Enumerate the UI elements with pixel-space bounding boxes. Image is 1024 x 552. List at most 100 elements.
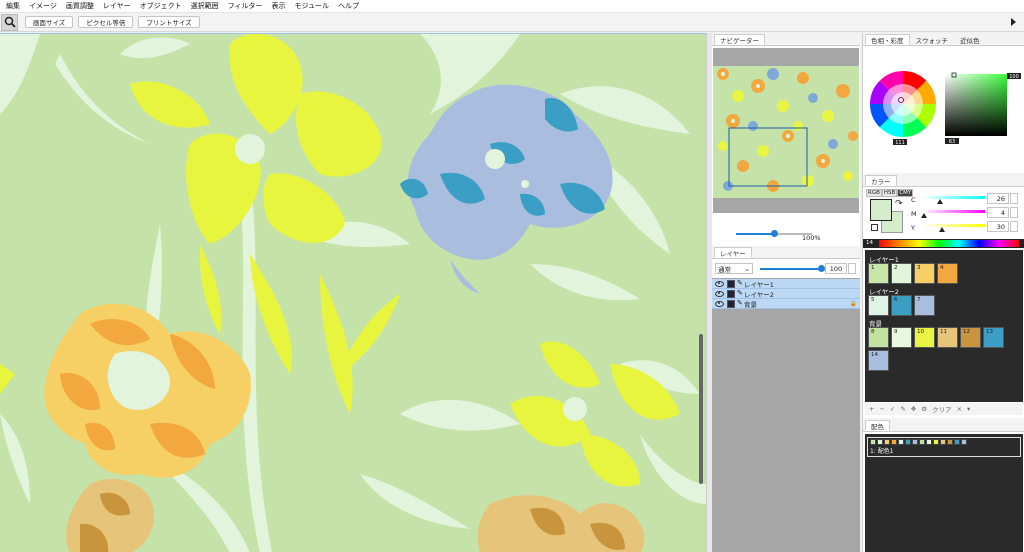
- mode-hsb[interactable]: HSB: [881, 189, 898, 197]
- blend-mode-select[interactable]: 通常 ⌄: [715, 263, 753, 274]
- layer-name: 背景: [744, 300, 757, 309]
- layer-thumbnail: [727, 289, 735, 298]
- actual-pixels-button[interactable]: ピクセル等倍: [78, 16, 134, 28]
- menu-bar: 編集 イメージ 画質調整 レイヤー オブジェクト 選択範囲 フィルター 表示 モ…: [0, 0, 1024, 13]
- tab-color[interactable]: カラー: [865, 175, 897, 186]
- swatch-5[interactable]: 5: [868, 295, 889, 316]
- chevron-down-icon[interactable]: ▾: [967, 405, 970, 413]
- layer-row-background[interactable]: ✎ 背景 🔒: [712, 299, 860, 309]
- navigator-panel: 100%: [712, 46, 860, 246]
- channel-c-slider[interactable]: [921, 196, 985, 199]
- hue-value: 111: [895, 140, 905, 146]
- channel-y-thumb[interactable]: [939, 227, 945, 232]
- spectrum-index: 14: [866, 240, 873, 246]
- layer-row-2[interactable]: ✎ レイヤー2: [712, 289, 860, 299]
- fit-screen-button[interactable]: 画面サイズ: [25, 16, 74, 28]
- add-icon[interactable]: +: [869, 405, 874, 413]
- swatch-group-label: レイヤー1: [869, 256, 899, 264]
- swatch-panel: レイヤー1 1 2 3 4 レイヤー2 5 6 7 背景 8 9 10 11 1…: [865, 250, 1023, 402]
- scheme-chip: [891, 439, 897, 445]
- spectrum-bar[interactable]: [879, 240, 1019, 247]
- pencil-icon[interactable]: ✎: [900, 405, 905, 413]
- tab-color-scheme[interactable]: 配色: [865, 420, 890, 431]
- channel-m-thumb[interactable]: [921, 213, 927, 218]
- opacity-input[interactable]: 100: [825, 263, 847, 274]
- menu-help[interactable]: ヘルプ: [338, 1, 359, 11]
- layer-row-1[interactable]: ✎ レイヤー1: [712, 279, 860, 289]
- tab-navigator[interactable]: ナビゲーター: [714, 34, 765, 45]
- channel-c-spinner[interactable]: [1010, 193, 1018, 204]
- channel-c-input[interactable]: 26: [987, 193, 1009, 204]
- color-scheme-chips: [868, 438, 1020, 446]
- swatch-13[interactable]: 13: [983, 327, 1004, 348]
- lock-icon: 🔒: [849, 300, 857, 307]
- opacity-spinner[interactable]: [848, 263, 856, 274]
- swatch-14[interactable]: 14: [868, 350, 889, 371]
- swatch-10[interactable]: 10: [914, 327, 935, 348]
- foreground-color-swatch[interactable]: [870, 199, 892, 221]
- zoom-slider-thumb[interactable]: [771, 230, 778, 237]
- tab-similar-colors[interactable]: 近似色: [954, 34, 986, 45]
- swap-colors-icon[interactable]: ↷: [895, 199, 903, 209]
- zoom-tool-button[interactable]: [1, 13, 18, 31]
- channel-m-spinner[interactable]: [1010, 207, 1018, 218]
- swatch-2[interactable]: 2: [891, 263, 912, 284]
- check-icon[interactable]: ✓: [890, 405, 895, 413]
- hue-wheel[interactable]: [870, 71, 936, 137]
- menu-object[interactable]: オブジェクト: [140, 1, 182, 11]
- channel-c-thumb[interactable]: [937, 199, 943, 204]
- color-scheme-item[interactable]: 1: 配色1: [867, 437, 1021, 457]
- spectrum-bar-row: 14: [863, 239, 1024, 248]
- saturation-brightness-box[interactable]: [945, 72, 1007, 136]
- swatch-row-background-2: 14: [868, 350, 1020, 371]
- default-colors-icon[interactable]: [871, 224, 878, 231]
- swatch-8[interactable]: 8: [868, 327, 889, 348]
- swatch-11[interactable]: 11: [937, 327, 958, 348]
- menu-selection[interactable]: 選択範囲: [191, 1, 219, 11]
- image-canvas[interactable]: [0, 33, 706, 552]
- clear-button[interactable]: クリア: [932, 404, 952, 414]
- blend-mode-value: 通常: [718, 265, 731, 274]
- swatch-12[interactable]: 12: [960, 327, 981, 348]
- swatch-9[interactable]: 9: [891, 327, 912, 348]
- opacity-slider[interactable]: [760, 268, 820, 270]
- menu-layer[interactable]: レイヤー: [103, 1, 131, 11]
- print-size-button[interactable]: プリントサイズ: [138, 16, 200, 28]
- swatch-row-layer2: 5 6 7: [868, 295, 1020, 316]
- mode-rgb[interactable]: RGB: [866, 189, 882, 197]
- canvas-vertical-scrollbar[interactable]: [699, 334, 703, 484]
- navigator-thumbnail[interactable]: [713, 66, 859, 198]
- menu-view[interactable]: 表示: [272, 1, 286, 11]
- minus-icon[interactable]: −: [879, 405, 884, 413]
- visibility-eye-icon[interactable]: [715, 280, 724, 287]
- tab-hue-saturation[interactable]: 色相・彩度: [865, 34, 910, 45]
- toolbar-expand-icon[interactable]: [1011, 18, 1016, 26]
- visibility-eye-icon[interactable]: [715, 290, 724, 297]
- menu-filter[interactable]: フィルター: [228, 1, 263, 11]
- swatch-6[interactable]: 6: [891, 295, 912, 316]
- color-picker[interactable]: 111 100 63: [863, 46, 1024, 171]
- menu-image[interactable]: イメージ: [29, 1, 57, 11]
- move-icon[interactable]: ✥: [911, 405, 916, 413]
- scheme-chip: [870, 439, 876, 445]
- menu-edit[interactable]: 編集: [6, 1, 20, 11]
- app-window: 編集 イメージ 画質調整 レイヤー オブジェクト 選択範囲 フィルター 表示 モ…: [0, 0, 1024, 552]
- menu-adjust[interactable]: 画質調整: [66, 1, 94, 11]
- close-icon[interactable]: ×: [957, 405, 962, 413]
- channel-m-input[interactable]: 4: [987, 207, 1009, 218]
- menu-module[interactable]: モジュール: [295, 1, 330, 11]
- swatch-4[interactable]: 4: [937, 263, 958, 284]
- swatch-3[interactable]: 3: [914, 263, 935, 284]
- channel-m-slider[interactable]: [921, 210, 985, 213]
- opacity-slider-thumb[interactable]: [818, 265, 825, 272]
- tab-layers[interactable]: レイヤー: [714, 247, 752, 258]
- gear-icon[interactable]: ⚙: [921, 405, 927, 413]
- channel-y-input[interactable]: 30: [987, 221, 1009, 232]
- tab-swatches[interactable]: スウォッチ: [909, 34, 954, 45]
- channel-y-slider[interactable]: [921, 224, 985, 227]
- visibility-eye-icon[interactable]: [715, 300, 724, 307]
- swatch-7[interactable]: 7: [914, 295, 935, 316]
- swatch-1[interactable]: 1: [868, 263, 889, 284]
- channel-y-spinner[interactable]: [1010, 221, 1018, 232]
- zoom-slider[interactable]: [736, 230, 812, 237]
